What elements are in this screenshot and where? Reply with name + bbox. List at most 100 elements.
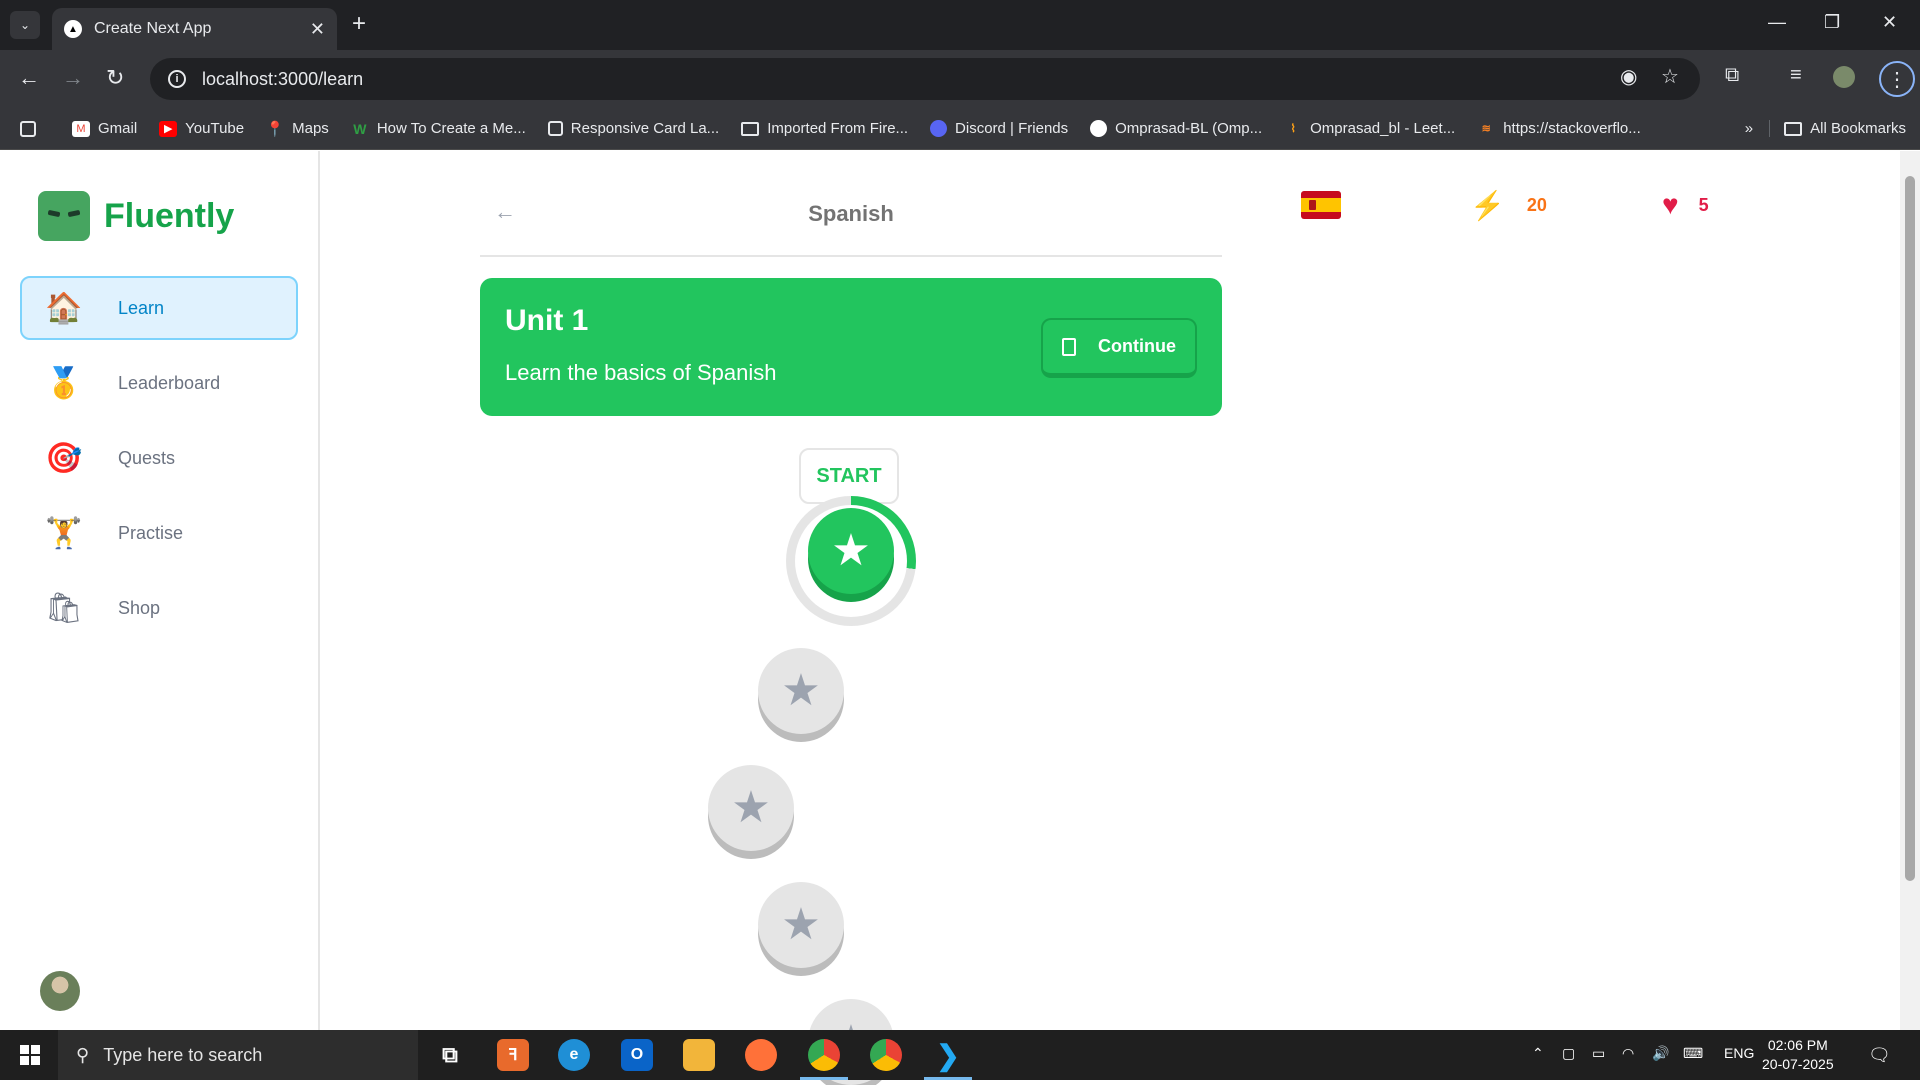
language-indicator[interactable]: ENG [1724,1045,1754,1061]
sidebar-item-shop[interactable]: 🛍 Shop [20,576,298,640]
bookmark-maps[interactable]: 📍 Maps [265,120,329,138]
spain-flag-icon [1301,191,1341,219]
gmail-icon: M [72,120,90,137]
sidebar-item-practise[interactable]: 🏋 Practise [20,501,298,565]
chrome-icon[interactable] [870,1039,902,1071]
sidebar-item-leaderboard[interactable]: 🥇 Leaderboard [20,351,298,415]
restore-button[interactable]: ❐ [1824,12,1840,33]
star-icon: ★ [831,526,871,575]
heart-icon: ♥ [1662,189,1679,220]
scrollbar-thumb[interactable] [1905,176,1915,881]
vscode-icon[interactable]: ❯ [924,1039,972,1080]
all-bookmarks-button[interactable]: All Bookmarks [1769,120,1906,137]
profile-avatar-icon[interactable] [1833,66,1855,88]
youtube-icon: ▶ [159,120,178,137]
keyboard-icon[interactable]: ⌨ [1683,1045,1703,1062]
sidebar-item-label: Practise [118,522,184,543]
tab-search-button[interactable]: ⌄ [10,11,40,39]
kebab-menu-icon[interactable]: ⋮ [1879,61,1915,97]
hearts-stat[interactable]: ♥ 5 [1662,189,1709,221]
close-window-button[interactable]: ✕ [1882,12,1897,33]
chevron-up-icon[interactable]: ⌃ [1532,1045,1544,1062]
file-explorer-icon[interactable] [683,1039,715,1071]
site-info-icon[interactable]: i [168,70,186,88]
stackoverflow-icon: ≋ [1481,123,1491,135]
bookmark-imported-folder[interactable]: Imported From Fire... [741,120,908,137]
lesson-button-current[interactable]: ★ [808,508,894,594]
star-bookmark-icon[interactable]: ☆ [1661,64,1679,89]
search-icon: ⚲ [76,1044,90,1065]
browser-tab[interactable]: ▲ Create Next App ✕ [52,8,337,50]
system-clock[interactable]: 02:06 PM 20-07-2025 [1762,1036,1834,1074]
camera-icon[interactable]: ▢ [1562,1045,1575,1062]
medal-icon: 🥇 [45,366,83,400]
taskbar-search[interactable]: ⚲ Type here to search [58,1030,418,1080]
bookmark-leetcode[interactable]: ⌇ Omprasad_bl - Leet... [1284,120,1455,137]
continue-button[interactable]: Continue [1041,318,1197,378]
brand-logo-link[interactable]: Fluently [38,191,234,241]
unit-title: Unit 1 [505,304,589,337]
eye-off-icon[interactable]: ◉ [1620,64,1637,89]
bookmark-responsive-card[interactable]: Responsive Card La... [547,120,719,137]
hearts-count: 5 [1698,194,1709,215]
more-bookmarks-chevron-icon[interactable]: » [1745,120,1753,137]
task-view-icon[interactable]: ⧉ [434,1039,466,1071]
windows-taskbar: ⚲ Type here to search ⧉ ꟻ e O ❯ ⌃ ▢ ▭ ◠ … [0,1030,1920,1080]
dumbbell-icon: 🏋 [45,516,83,550]
notification-icon[interactable]: 🗨 [1868,1045,1891,1066]
back-arrow-icon[interactable]: ← [18,64,40,92]
language-flag-button[interactable] [1301,191,1341,219]
xampp-icon[interactable]: ꟻ [497,1039,529,1071]
wifi-icon[interactable]: ◠ [1622,1045,1634,1062]
sidebar-item-quests[interactable]: 🎯 Quests [20,426,298,490]
media-control-icon[interactable]: ≡ [1790,64,1802,87]
bookmark-stackoverflow[interactable]: ≋ https://stackoverflo... [1477,120,1641,137]
lesson-button-locked[interactable]: ★ [758,648,844,734]
volume-icon[interactable]: 🔊 [1652,1045,1669,1062]
sidebar: Fluently 🏠 Learn 🥇 Leaderboard 🎯 Quests … [0,151,320,1030]
app-page: Fluently 🏠 Learn 🥇 Leaderboard 🎯 Quests … [0,151,1920,1085]
unit-description: Learn the basics of Spanish [505,360,777,385]
forward-arrow-icon[interactable]: → [62,64,84,92]
target-icon: 🎯 [45,441,83,475]
star-icon: ★ [731,783,771,832]
nextjs-favicon-icon: ▲ [64,20,82,38]
folder-icon [1784,121,1803,136]
sidebar-item-learn[interactable]: 🏠 Learn [20,276,298,340]
browser-tab-bar: ⌄ ▲ Create Next App ✕ + — ❐ ✕ [0,0,1920,50]
apps-grid-icon[interactable] [20,120,50,137]
search-placeholder: Type here to search [103,1044,263,1065]
bookmark-discord[interactable]: Discord | Friends [930,120,1068,137]
windows-start-icon[interactable] [20,1045,40,1065]
address-bar[interactable]: i localhost:3000/learn [150,58,1700,100]
browser-toolbar: ← → ↻ i localhost:3000/learn ◉ ☆ ⧉ ≡ ⋮ [0,50,1920,108]
points-stat[interactable]: ⚡ 20 [1470,189,1547,222]
firefox-icon[interactable] [745,1039,777,1071]
bookmark-how-to-create[interactable]: W How To Create a Me... [351,120,526,137]
leetcode-icon: ⌇ [1290,123,1296,135]
close-tab-icon[interactable]: ✕ [310,19,325,40]
maps-icon: 📍 [265,120,285,138]
bookmark-youtube[interactable]: ▶ YouTube [159,120,244,137]
clock-date: 20-07-2025 [1762,1056,1834,1072]
edge-icon[interactable]: e [558,1039,590,1071]
extensions-icon[interactable]: ⧉ [1725,64,1739,87]
bookmark-github[interactable]: Omprasad-BL (Omp... [1090,120,1262,137]
mascot-logo-icon [38,191,90,241]
page-scrollbar[interactable] [1900,151,1920,1030]
bookmark-gmail[interactable]: M Gmail [72,120,137,137]
battery-icon[interactable]: ▭ [1592,1045,1605,1062]
page-title: Spanish [808,201,894,226]
lesson-button-locked[interactable]: ★ [708,765,794,851]
sidebar-item-label: Leaderboard [118,372,221,393]
minimize-button[interactable]: — [1768,12,1786,33]
shopping-bag-icon: 🛍 [44,591,84,625]
lightning-icon: ⚡ [1470,190,1505,221]
new-tab-button[interactable]: + [352,12,366,36]
chrome-icon[interactable] [800,1039,848,1080]
outlook-icon[interactable]: O [621,1039,653,1071]
discord-icon [930,120,948,137]
lesson-button-locked[interactable]: ★ [758,882,844,968]
user-avatar[interactable] [40,971,80,1011]
reload-icon[interactable]: ↻ [106,64,124,92]
